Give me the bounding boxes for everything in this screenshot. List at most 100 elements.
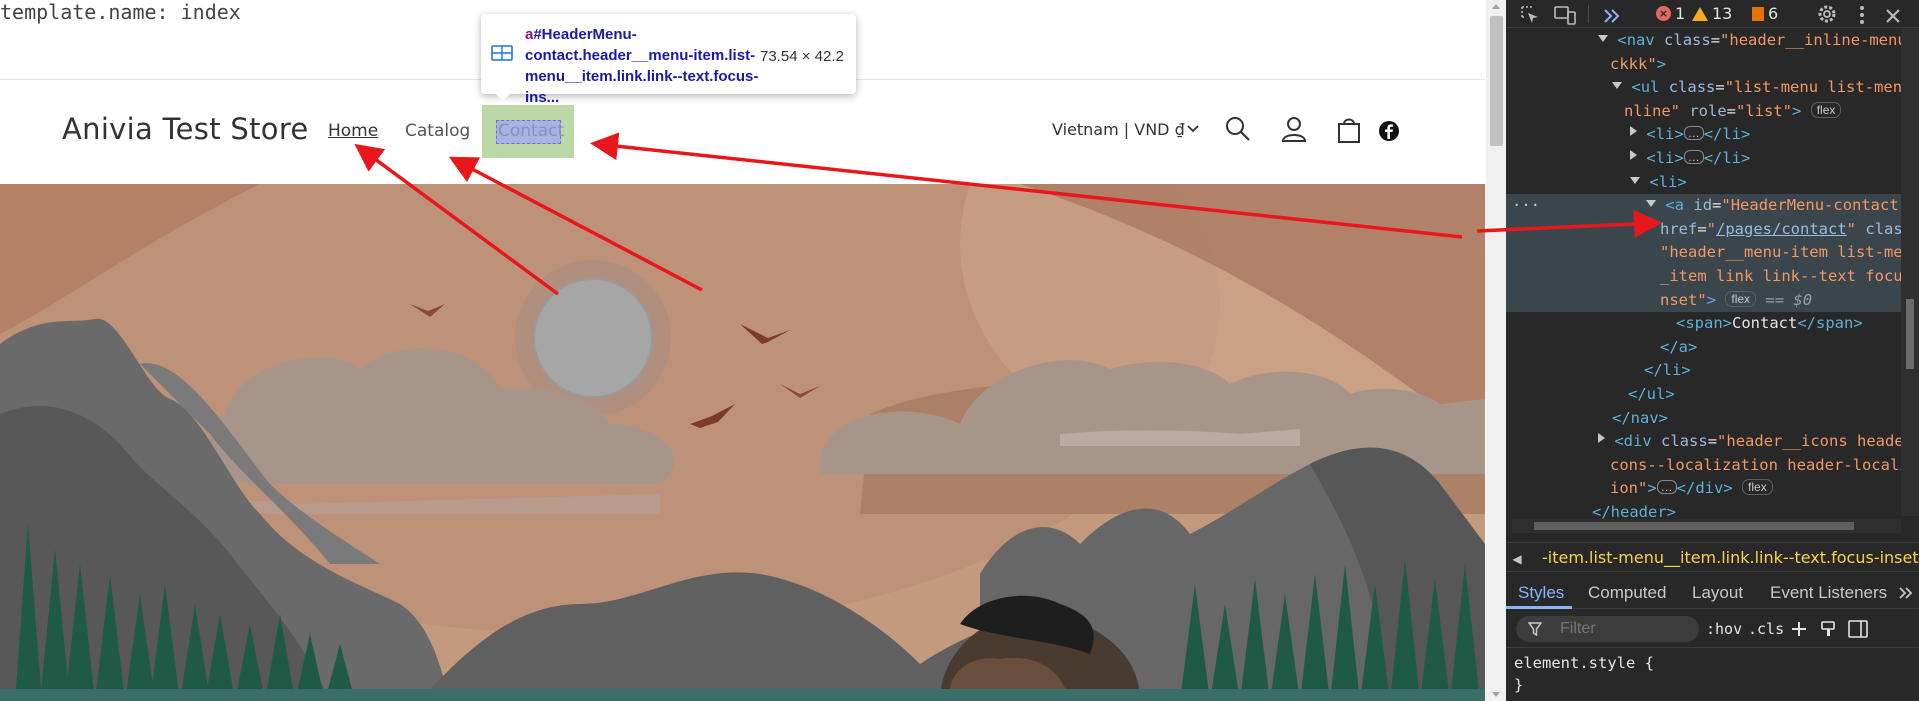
dom-node-li-2[interactable]: <li>… </li> [1506,147,1901,171]
collapsed-ellipsis[interactable]: … [1683,126,1704,141]
caret-down-icon[interactable] [1630,176,1640,184]
breadcrumb-text[interactable]: -item.list-menu__item.link.link--text.fo… [1542,543,1919,571]
paint-bucket-icon[interactable] [1820,620,1838,638]
dom-node-ul[interactable]: <ul class="list-menu list-menu [1506,76,1911,100]
caret-right-icon[interactable] [1630,126,1637,137]
styles-filter-input[interactable] [1560,620,1690,638]
localization-selector[interactable]: Vietnam | VND ₫ [1052,120,1199,139]
tooltip-selector: a#HeaderMenu-contact.header__menu-item.l… [525,24,761,108]
dom-node-nav[interactable]: <nav class="header__inline-menu [1506,29,1907,53]
facebook-icon[interactable] [1378,120,1400,142]
scroll-down-arrow[interactable] [1492,692,1500,697]
dom-node-div-cont-2: ion">… </div> flex [1506,477,1901,501]
dom-node-nav-close: </nav> [1612,408,1668,427]
elements-dom-tree: <nav class="header__inline-menu ckkk"> <… [1506,29,1913,521]
inspect-element-icon[interactable] [1520,4,1540,26]
nav-link-catalog[interactable]: Catalog [405,121,470,141]
dom-node-li-close: </li> [1644,361,1691,380]
filter-box[interactable] [1516,616,1699,642]
caret-down-icon[interactable] [1646,200,1656,208]
issues-count: 6 [1768,4,1779,23]
element-style-rule-close: } [1514,676,1524,694]
scroll-up-arrow[interactable] [1492,4,1500,9]
kebab-menu-icon[interactable] [1858,4,1866,26]
collapsed-ellipsis[interactable]: … [1656,480,1677,495]
dom-node-a-class-1: "header__menu-item list-men [1506,241,1912,265]
flex-badge[interactable]: flex [1810,101,1842,118]
tooltip-size: 73.54 × 42.2 [760,48,844,65]
tooltip-selector-text: #HeaderMenu-contact.header__menu-item.li… [525,26,759,106]
error-count: 1 [1675,4,1686,23]
localization-label: Vietnam | VND ₫ [1052,120,1185,139]
nav-link-contact[interactable]: Contact [498,121,564,141]
dom-node-span[interactable]: <span>Contact</span> [1506,312,1901,336]
settings-gear-icon[interactable] [1816,3,1838,25]
class-toggle[interactable]: .cls [1748,620,1784,638]
nav-link-home[interactable]: Home [328,121,378,141]
more-tabs-icon[interactable] [1898,586,1914,600]
dom-node-a-class-3: nset"> flex == $0 [1506,288,1901,313]
hero-banner-image [0,184,1485,701]
flex-badge[interactable]: flex [1742,479,1773,496]
tab-event-listeners[interactable]: Event Listeners [1770,583,1887,603]
devtools-toolbar: × 1 13 6 [1506,0,1919,28]
inspect-tooltip: a#HeaderMenu-contact.header__menu-item.l… [481,14,856,106]
href-link[interactable]: /pages/contact [1716,220,1847,238]
flex-layout-icon [491,45,513,61]
dom-tree-scrollbar-thumb[interactable] [1906,299,1914,369]
search-icon[interactable] [1224,115,1252,143]
template-name-label: template.name: index [0,0,241,24]
warning-count: 13 [1712,4,1733,23]
issues-badge[interactable]: 6 [1752,4,1778,23]
tab-layout[interactable]: Layout [1692,583,1743,603]
storefront-viewport: template.name: index Anivia Test Store H… [0,0,1485,701]
chevron-down-icon [1187,125,1199,133]
element-style-rule[interactable]: element.style { [1514,652,1654,674]
toggle-sidebar-icon[interactable] [1848,620,1868,638]
cart-icon[interactable] [1335,116,1363,144]
caret-right-icon[interactable] [1630,149,1637,160]
hover-state-toggle[interactable]: :hov [1706,620,1742,638]
dom-tree-h-scrollbar-thumb[interactable] [1534,522,1854,530]
collapsed-ellipsis[interactable]: … [1683,149,1704,164]
more-tabs-chevron-icon[interactable] [1602,5,1622,27]
close-devtools-icon[interactable] [1884,5,1902,27]
dom-node-a-class-2: _item link link--text focus [1506,264,1912,289]
dom-node-div-cont-1: cons--localization header-locali [1610,455,1909,474]
toolbar-separator [1588,5,1589,23]
dom-node-li-3[interactable]: <li> [1506,171,1901,195]
console-ref: == $0 [1765,290,1813,309]
dom-node-li-1[interactable]: <li>… </li> [1506,123,1901,147]
store-name[interactable]: Anivia Test Store [62,112,309,146]
dom-node-ul-close: </ul> [1628,384,1675,403]
breadcrumb-left-arrow-icon[interactable]: ◀ [1506,544,1528,571]
tab-styles[interactable]: Styles [1518,583,1564,603]
page-scrollbar-thumb[interactable] [1490,16,1503,146]
caret-right-icon[interactable] [1598,433,1605,444]
caret-down-icon[interactable] [1598,35,1608,42]
issues-icon [1752,6,1764,21]
caret-down-icon[interactable] [1612,82,1622,90]
warning-badge[interactable]: 13 [1692,4,1732,23]
error-badge[interactable]: × 1 [1656,4,1685,23]
active-tab-indicator [1506,606,1572,609]
dom-node-a-selected[interactable]: ··· <a id="HeaderMenu-contact" [1506,194,1908,218]
dom-node-div[interactable]: <div class="header__icons header [1506,430,1913,454]
dom-tree-h-scrollbar[interactable] [1512,519,1901,533]
dom-node-a-href: href="/pages/contact" class [1506,217,1912,242]
error-icon: × [1656,6,1671,21]
add-rule-icon[interactable] [1790,620,1810,640]
device-toolbar-icon[interactable] [1554,4,1576,26]
account-icon[interactable] [1280,115,1308,143]
filter-funnel-icon [1528,622,1542,636]
page-scrollbar[interactable] [1486,0,1506,701]
styles-filter-bar: :hov .cls [1506,610,1919,648]
dom-node-a-close: </a> [1660,337,1698,356]
dom-breadcrumb[interactable]: ◀ -item.list-menu__item.link.link--text.… [1506,542,1919,572]
devtools-panel: × 1 13 6 <nav class="header__inline-menu … [1506,0,1919,701]
node-actions-ellipsis[interactable]: ··· [1512,194,1540,218]
flex-badge[interactable]: flex [1725,290,1757,307]
dom-node-ul-cont: nline" role="list"> flex [1506,100,1901,124]
tab-computed[interactable]: Computed [1588,583,1666,603]
dom-tree-scrollbar[interactable] [1901,29,1919,516]
